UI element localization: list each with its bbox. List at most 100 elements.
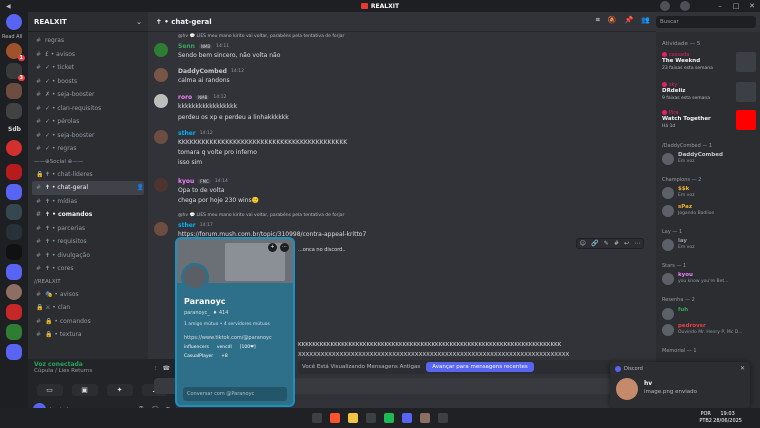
folder-icon[interactable] [6, 344, 22, 360]
members-icon[interactable]: 👥 [641, 16, 650, 25]
member-item[interactable]: pedrovsr Ouvindo Mr. Henry P, Mc D... [662, 323, 756, 339]
channel-item[interactable]: # ✓ • clan-requisitos [32, 102, 144, 116]
channel-item[interactable]: # ✝ • divulgação [32, 249, 144, 263]
reply-preview[interactable]: @hv 💬 LIES meu mano kirito vai voltar, p… [178, 213, 344, 218]
close-button[interactable]: ✕ [748, 0, 756, 12]
thread-icon[interactable]: # [614, 240, 619, 247]
server-icon[interactable] [6, 204, 22, 220]
link-icon[interactable]: 🔗 [591, 240, 598, 247]
channel-item[interactable]: # £ • avisos [32, 48, 144, 62]
member-item[interactable]: $$k Em voz [662, 186, 756, 202]
category-social[interactable]: ——⊕Social ⊕—— [32, 156, 144, 168]
reaction-icon[interactable]: ☺ [580, 240, 586, 247]
server-icon[interactable] [6, 284, 22, 300]
channel-item[interactable]: # 🎭 • avisos [32, 288, 144, 302]
channel-item[interactable]: # regras [32, 34, 144, 48]
more-icon[interactable]: ⋯ [634, 240, 640, 247]
server-icon[interactable] [6, 304, 22, 320]
folder-icon[interactable] [6, 264, 22, 280]
file-explorer-icon[interactable] [348, 413, 358, 423]
channel-item[interactable]: # ✝ • mídias [32, 195, 144, 209]
member-item[interactable]: DaddyCombed Em voz [662, 152, 756, 168]
language-indicator[interactable]: POR PTB2 [699, 411, 712, 425]
server-icon[interactable] [6, 224, 22, 240]
inbox-icon[interactable] [660, 1, 670, 11]
server-icon[interactable] [6, 164, 22, 180]
discord-home-icon[interactable] [6, 14, 22, 30]
discord-taskbar-icon[interactable] [402, 413, 412, 423]
channel-item[interactable]: 🔒 ✝ • chat-líderes [32, 168, 144, 182]
member-item[interactable]: sPaz Jogando Badlion [662, 204, 756, 220]
maximize-button[interactable]: □ [732, 0, 740, 12]
channel-item[interactable]: # ✝ • requisitos [32, 235, 144, 249]
app-icon[interactable] [366, 413, 376, 423]
member-item[interactable]: kyou you know you're Bet... [662, 272, 756, 288]
dm-message-input[interactable]: Conversar com @Paranoyc [183, 387, 287, 401]
back-arrow-icon[interactable]: ◀ [6, 0, 11, 12]
folder-icon[interactable] [6, 184, 22, 200]
server-icon[interactable] [6, 83, 22, 99]
avatar[interactable] [154, 94, 168, 108]
activity-card[interactable]: cassada The Weeknd 23 faixas esta semana [662, 52, 756, 74]
member-item[interactable]: fuh [662, 307, 756, 323]
help-icon[interactable] [680, 1, 690, 11]
profile-link[interactable]: https://www.tiktok.com/@paranoyc [184, 335, 272, 341]
reply-preview[interactable]: @hv 💬 LIES meu mano kirito vai voltar, p… [178, 34, 344, 39]
minimize-button[interactable]: – [716, 0, 724, 12]
avatar[interactable] [154, 178, 168, 192]
brave-icon[interactable] [330, 413, 340, 423]
avatar[interactable] [154, 130, 168, 144]
spotify-icon[interactable] [384, 413, 394, 423]
read-all-label[interactable]: Read All [2, 34, 22, 40]
close-icon[interactable]: ✕ [740, 365, 745, 372]
pin-icon[interactable]: 📌 [625, 16, 634, 25]
server-icon[interactable]: 1 [6, 43, 25, 61]
mutual-info[interactable]: 1 amigo mútuo • 4 servidores mútuos [184, 322, 270, 327]
search-input[interactable]: Buscar [656, 16, 756, 28]
clock[interactable]: 19:03 28/06/2025 [713, 411, 742, 425]
message-author[interactable]: sther [178, 130, 196, 137]
activities-button[interactable]: ✦ [106, 384, 133, 396]
message-author[interactable]: kyou [178, 178, 194, 185]
channel-item[interactable]: 🔒 ⚔ • clan [32, 301, 144, 315]
camera-button[interactable]: ▭ [36, 384, 63, 396]
avatar[interactable] [154, 68, 168, 82]
channel-item[interactable]: # ✓ • regras [32, 142, 144, 156]
notification-icon[interactable]: 🔕 [608, 16, 617, 25]
channel-item[interactable]: # ✓ • ticket [32, 61, 144, 75]
message-author[interactable]: DaddyCombed [178, 68, 227, 75]
channel-item[interactable]: # ✝ • comandos [32, 208, 144, 222]
message-author[interactable]: roro [178, 94, 192, 101]
avatar[interactable] [154, 43, 168, 57]
app-icon[interactable] [438, 413, 448, 423]
jump-to-present-button[interactable]: Avançar para mensagens recentes [426, 362, 534, 372]
channel-item[interactable]: # ✓ • pérolas [32, 115, 144, 129]
server-icon[interactable] [6, 244, 22, 260]
channel-item[interactable]: # ✓ • boosts [32, 75, 144, 89]
avatar[interactable] [181, 263, 209, 291]
channel-item[interactable]: # ✝ • parcerias [32, 222, 144, 236]
channel-item[interactable]: # 🔒 • textura [32, 328, 144, 342]
category-realxit[interactable]: //REALXIT [32, 276, 144, 288]
server-icon[interactable] [6, 103, 22, 119]
channel-item-active[interactable]: # ✝ • chat-geral 👤 [32, 181, 144, 195]
server-icon[interactable] [6, 140, 22, 156]
member-item[interactable]: lay Em voz [662, 238, 756, 254]
screen-share-button[interactable]: ▣ [71, 384, 98, 396]
more-icon[interactable]: ⋯ [280, 243, 289, 252]
reply-icon[interactable]: ↩ [624, 240, 629, 247]
activity-card[interactable]: Pira Watch Together Há 1d [662, 110, 756, 132]
start-icon[interactable] [312, 413, 322, 423]
add-friend-icon[interactable]: + [268, 243, 277, 252]
channel-item[interactable]: # 🔒 • comandos [32, 315, 144, 329]
channel-item[interactable]: # ✗ • seja-booster [32, 88, 144, 102]
role-badge[interactable]: +8 [221, 354, 228, 359]
message-author[interactable]: sther [178, 222, 196, 229]
server-icon[interactable]: 3 [6, 63, 25, 81]
message-author[interactable]: Senn [178, 43, 195, 50]
guild-header[interactable]: REALXIT ⌄ [28, 12, 148, 32]
minecraft-icon[interactable] [420, 413, 430, 423]
avatar[interactable] [154, 222, 168, 236]
server-sdb-label[interactable]: Sdb [8, 126, 21, 133]
channel-item[interactable]: # ✓ • seja-booster [32, 129, 144, 143]
